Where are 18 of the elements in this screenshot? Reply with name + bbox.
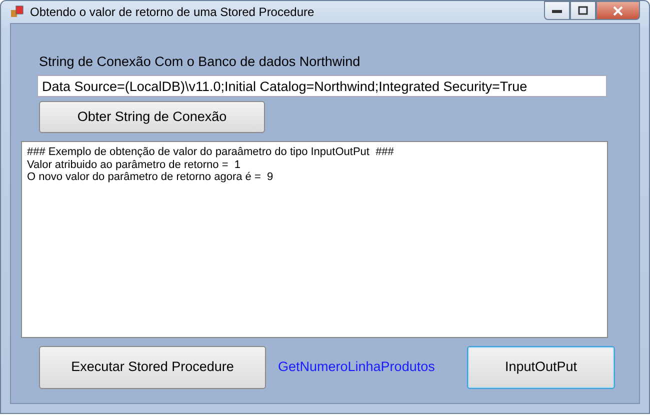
maximize-button[interactable] bbox=[570, 1, 596, 20]
execute-button[interactable]: Executar Stored Procedure bbox=[39, 346, 266, 389]
close-button[interactable] bbox=[596, 1, 640, 20]
minimize-button[interactable] bbox=[544, 1, 570, 20]
output-line: Valor atribuido ao parâmetro de retorno = 1 bbox=[27, 158, 242, 171]
input-output-button[interactable]: InputOutPut bbox=[467, 346, 615, 389]
get-connection-button[interactable]: Obter String de Conexão bbox=[39, 101, 265, 133]
output-line: ### Exemplo de obtenção de valor do paraâmetro do tipo InputOutPut ### bbox=[27, 146, 395, 158]
procedure-name: GetNumeroLinhaProdutos bbox=[278, 358, 435, 376]
output-text-area[interactable]: ### Exemplo de obtenção de valor do paraâmetro do tipo InputOutPut ### Valor atribuido ao parâmetro de retorno = 1 O novo valor do parâmetro de retorno agora é = 9 bbox=[21, 141, 608, 338]
app-icon bbox=[10, 4, 24, 19]
close-icon bbox=[613, 6, 623, 16]
output-line: O novo valor do parâmetro de retorno agora é = 9 bbox=[27, 171, 274, 184]
window-title: Obtendo o valor de retorno de uma Stored Procedure bbox=[30, 4, 314, 21]
maximize-icon bbox=[578, 6, 588, 15]
minimize-icon bbox=[552, 8, 562, 12]
connection-string-field[interactable]: Data Source=(LocalDB)\v11.0;Initial Catalog=Northwind;Integrated Security=True bbox=[37, 75, 607, 97]
connection-label: String de Conexão Com o Banco de dados Northwind bbox=[38, 52, 362, 71]
